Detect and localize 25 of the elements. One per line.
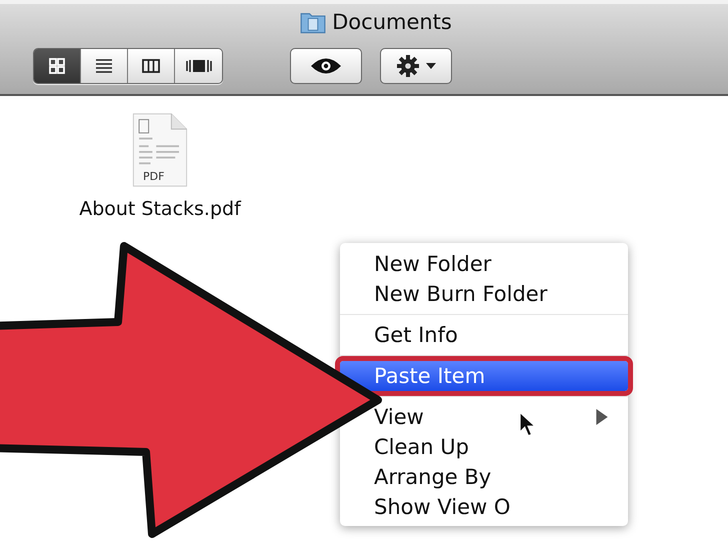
submenu-arrow-icon (596, 409, 608, 425)
list-icon (94, 56, 114, 76)
grid-icon (47, 56, 67, 76)
quick-look-button[interactable] (290, 48, 362, 84)
mouse-pointer-icon (518, 411, 536, 437)
view-button[interactable] (34, 49, 81, 83)
menu-item[interactable]: Clean Up (340, 432, 628, 462)
window-title: Documents (332, 10, 452, 34)
view-button[interactable] (81, 49, 128, 83)
menu-item[interactable]: New Burn Folder (340, 279, 628, 309)
menu-item[interactable]: Paste Item (340, 361, 628, 391)
caret-icon (426, 63, 436, 69)
columns-icon (141, 56, 161, 76)
gear-icon (396, 54, 420, 78)
menu-item[interactable]: Show View O (340, 492, 628, 522)
view-button[interactable] (175, 49, 222, 83)
menu-item[interactable]: Arrange By (340, 462, 628, 492)
file-name[interactable]: About Stacks.pdf (79, 198, 241, 220)
menu-item[interactable]: Get Info (340, 320, 628, 350)
pdf-label: PDF (143, 171, 164, 182)
view-button[interactable] (128, 49, 175, 83)
eye-icon (310, 57, 342, 75)
action-menu-button[interactable] (380, 48, 452, 84)
menu-item[interactable]: New Folder (340, 249, 628, 279)
folder-icon (300, 10, 326, 34)
